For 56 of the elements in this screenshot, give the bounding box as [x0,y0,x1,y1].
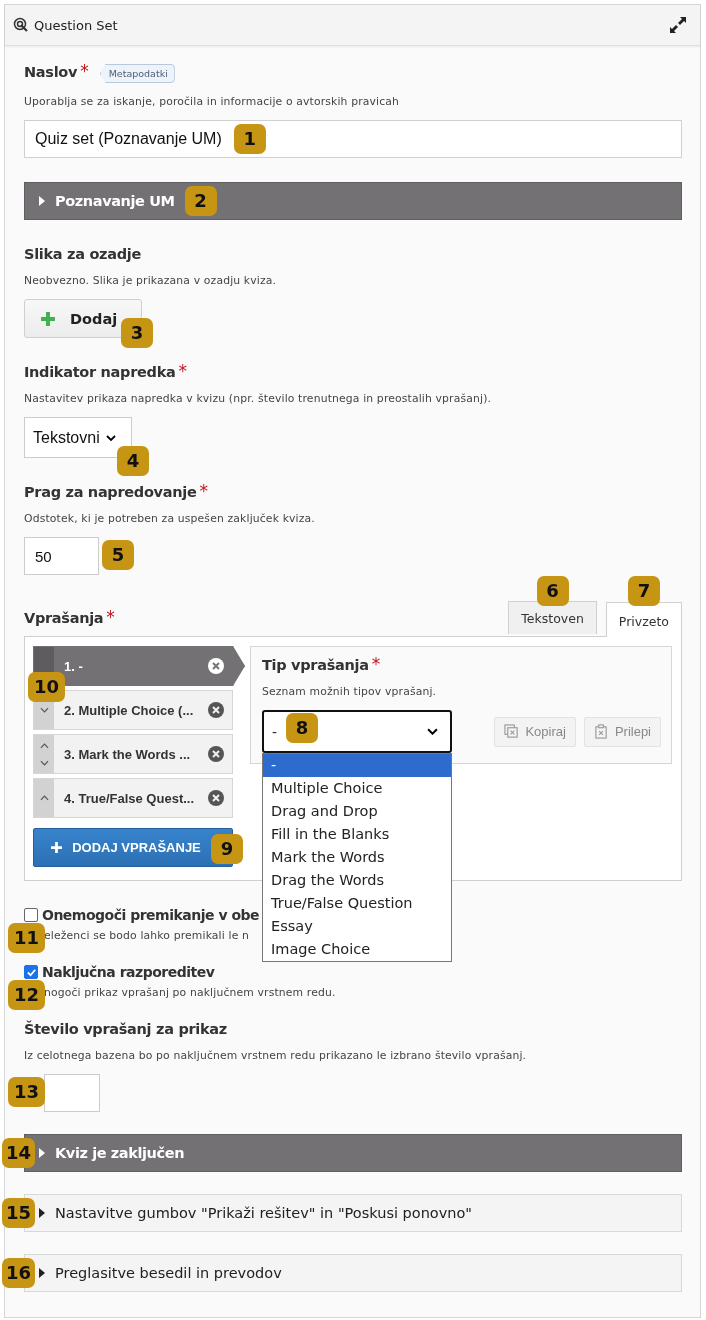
callout-badge: 3 [121,318,153,348]
required-mark: * [371,657,381,671]
question-item[interactable]: 3. Mark the Words ... [33,734,233,774]
callout-badge: 14 [2,1138,36,1168]
callout-badge: 1 [233,124,266,154]
tab[interactable]: Privzeto [605,602,682,637]
callout-badge: 8 [286,713,318,743]
field-label: Tip vprašanja [262,657,369,673]
callout-badge: 7 [627,576,660,606]
dropdown-option[interactable]: Fill in the Blanks [263,823,451,846]
callout-badge: 5 [102,540,134,570]
dropdown-option[interactable]: Mark the Words [263,846,451,869]
callout-badge: 9 [211,834,243,864]
callout-badge: 13 [8,1077,46,1107]
field-label: Indikator napredka [24,364,176,380]
dropdown-option[interactable]: Drag and Drop [263,800,451,823]
callout-badge: 15 [2,1198,36,1228]
metadata-button[interactable]: Metapodatki [99,64,175,83]
field-description: eleženci se bodo lahko premikali le n [44,929,250,942]
dropdown-option[interactable]: Essay [263,915,451,938]
field-label: Prag za napredovanje [24,484,197,500]
dropdown-option[interactable]: - [263,754,451,777]
callout-badge: 6 [536,576,569,606]
callout-badge: 12 [8,980,46,1010]
field-description: Seznam možnih tipov vprašanj. [262,685,438,698]
percentage-field[interactable]: 50 [24,537,99,575]
dropdown-option[interactable]: Image Choice [263,938,451,961]
tab[interactable]: Tekstoven [508,601,597,634]
required-mark: * [106,610,115,624]
dropdown-option[interactable]: Drag the Words [263,869,451,892]
required-mark: * [199,484,208,498]
field-label: Število vprašanj za prikaz [24,1021,227,1037]
checkbox-label[interactable]: Onemogoči premikanje v obe [42,907,259,923]
field-label: Naslov [24,64,78,80]
callout-badge: 4 [117,446,149,476]
callout-badge: 16 [2,1258,36,1288]
callout-badge: 11 [8,923,46,953]
field-description: Nastavitev prikaza napredka v kvizu (npr. število trenutnega in preostalih vprašanj). [24,392,493,405]
required-mark: * [178,364,187,378]
field-description: Neobvezno. Slika je prikazana v ozadju kviza. [24,274,278,287]
callout-badge: 2 [184,186,217,216]
panel-title: Question Set [34,17,118,33]
field-label: Vprašanja [24,610,104,626]
field-label: Slika za ozadje [24,246,141,262]
required-mark: * [80,64,89,78]
title-field[interactable]: Quiz set (Poznavanje UM) 1 [24,120,682,158]
question-item[interactable]: 4. True/False Quest... [33,778,233,818]
field-description: Odstotek, ki je potreben za uspešen zaključek kviza. [24,512,316,525]
field-description: Uporablja se za iskanje, poročila in informacije o avtorskih pravicah [24,95,401,108]
checkbox-label[interactable]: Naključna razporeditev [42,964,215,980]
field-description: nogoči prikaz vprašanj po naključnem vrstnem redu. [44,986,337,999]
callout-badge: 10 [28,672,66,702]
field-description: Iz celotnega bazena bo po naključnem vrstnem redu prikazano le izbrano število vprašanj. [24,1049,528,1062]
dropdown-option[interactable]: Multiple Choice [263,777,451,800]
group-header[interactable]: Poznavanje UM 2 [24,182,682,220]
dropdown-option[interactable]: True/False Question [263,892,451,915]
